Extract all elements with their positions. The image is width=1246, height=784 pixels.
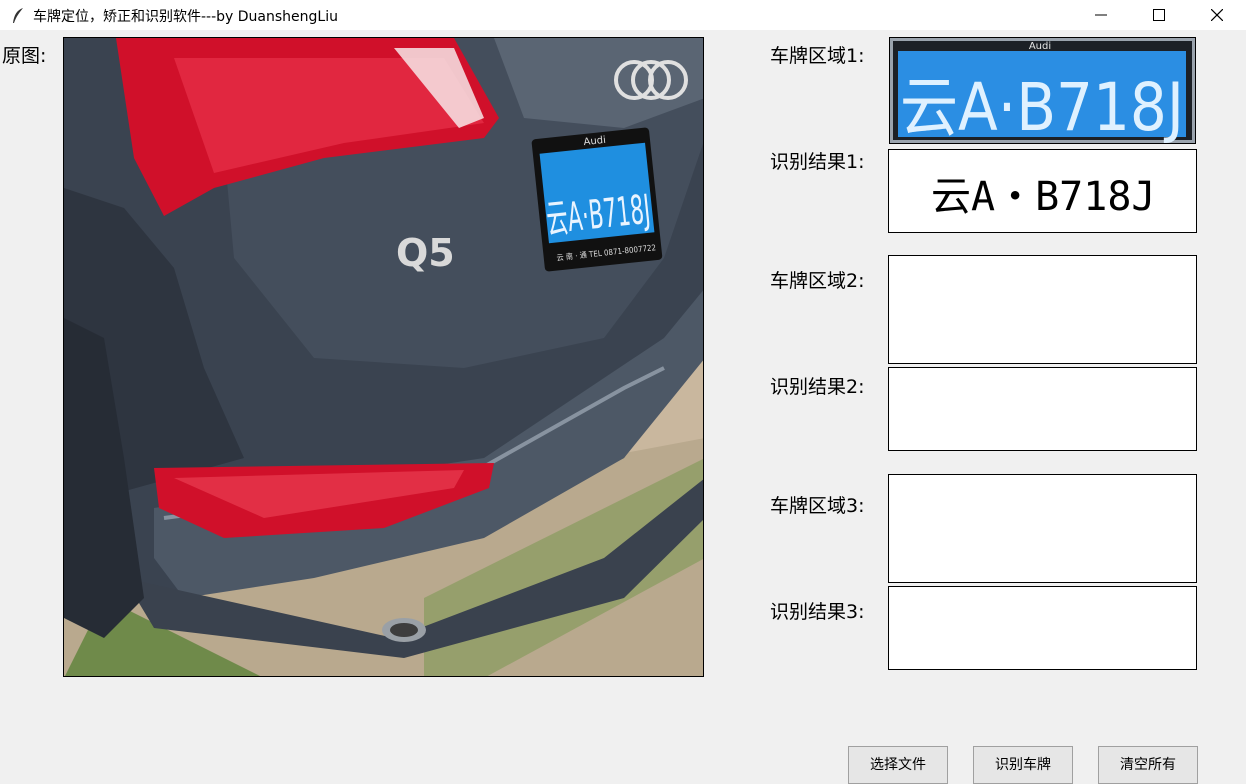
maximize-icon [1153, 9, 1165, 21]
plate-region-1-image: Audi 云A·B718J [889, 37, 1196, 144]
close-icon [1211, 9, 1223, 21]
recognize-plate-button[interactable]: 识别车牌 [973, 746, 1073, 784]
title-bar: 车牌定位，矫正和识别软件---by DuanshengLiu [0, 0, 1246, 30]
plate-region-1-label: 车牌区域1: [770, 45, 865, 67]
car-photo: 云A·B718J Audi 云 南 · 通 TEL 0871-8007722 Q… [64, 38, 703, 676]
window-title: 车牌定位，矫正和识别软件---by DuanshengLiu [33, 9, 338, 25]
plate-crop-text: 云A·B718J [900, 69, 1184, 143]
photo-plate-brand: Audi [583, 135, 606, 148]
photo-q5-badge: Q5 [396, 231, 455, 275]
minimize-button[interactable] [1072, 0, 1130, 30]
plate-region-2-image [888, 255, 1197, 364]
result-3-box [888, 586, 1197, 670]
select-file-button[interactable]: 选择文件 [848, 746, 948, 784]
result-2-box [888, 367, 1197, 451]
result-1-box: 云A・B718J [888, 149, 1197, 233]
maximize-button[interactable] [1130, 0, 1188, 30]
original-image-label: 原图: [2, 45, 47, 67]
original-image: 云A·B718J Audi 云 南 · 通 TEL 0871-8007722 Q… [63, 37, 704, 677]
plate-region-3-image [888, 474, 1197, 583]
result-1-text: 云A・B718J [931, 174, 1156, 220]
plate-region-3-label: 车牌区域3: [770, 495, 865, 517]
plate-region-2-label: 车牌区域2: [770, 270, 865, 292]
result-1-label: 识别结果1: [770, 151, 865, 173]
plate-crop-brand: Audi [1029, 41, 1051, 52]
feather-icon [13, 8, 23, 23]
result-2-label: 识别结果2: [770, 376, 865, 398]
clear-all-button[interactable]: 清空所有 [1098, 746, 1198, 784]
minimize-icon [1095, 14, 1107, 16]
result-3-label: 识别结果3: [770, 601, 865, 623]
plate-crop-image: Audi 云A·B718J [890, 38, 1195, 143]
close-button[interactable] [1188, 0, 1246, 30]
